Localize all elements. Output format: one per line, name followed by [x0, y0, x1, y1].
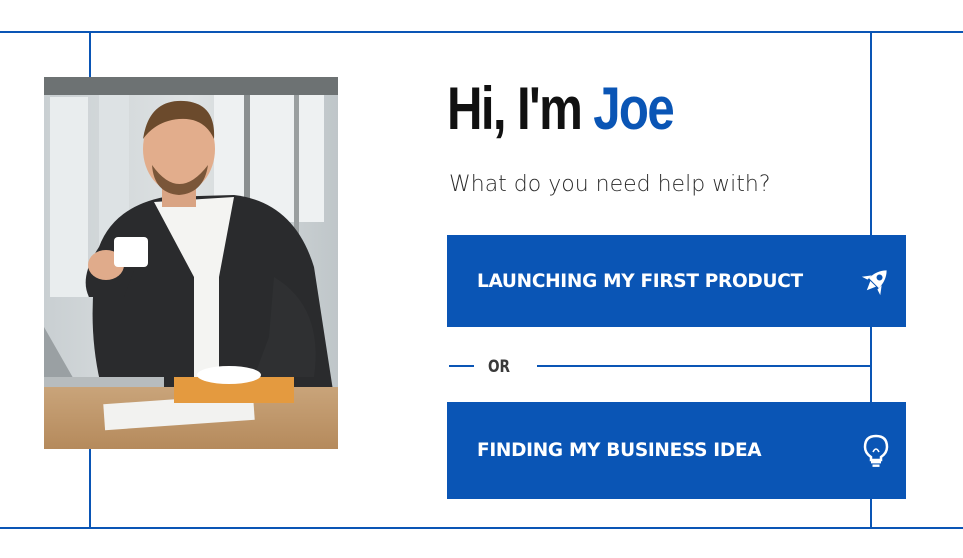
frame-line-top — [0, 31, 963, 33]
frame-line-right-bottom — [870, 499, 872, 529]
launching-product-button[interactable]: LAUNCHING MY FIRST PRODUCT — [447, 235, 906, 327]
or-divider-right — [537, 365, 872, 367]
launching-product-label: LAUNCHING MY FIRST PRODUCT — [477, 270, 803, 292]
frame-line-left-top — [89, 31, 91, 77]
finding-idea-label: FINDING MY BUSINESS IDEA — [477, 440, 762, 461]
lightbulb-icon — [846, 434, 906, 468]
or-divider-left — [449, 365, 474, 367]
or-divider-text: OR — [488, 357, 511, 377]
frame-line-bottom — [0, 527, 963, 529]
finding-idea-button[interactable]: FINDING MY BUSINESS IDEA — [447, 402, 906, 499]
page-title: Hi, I'm Joe — [447, 70, 675, 148]
help-question: What do you need help with? — [449, 172, 771, 197]
greeting-text: Hi, I'm — [447, 75, 594, 142]
profile-photo — [44, 77, 338, 449]
rocket-icon — [846, 264, 906, 298]
frame-line-left-bottom — [89, 449, 91, 529]
frame-line-right-top — [870, 31, 872, 235]
name-text: Joe — [593, 75, 675, 142]
